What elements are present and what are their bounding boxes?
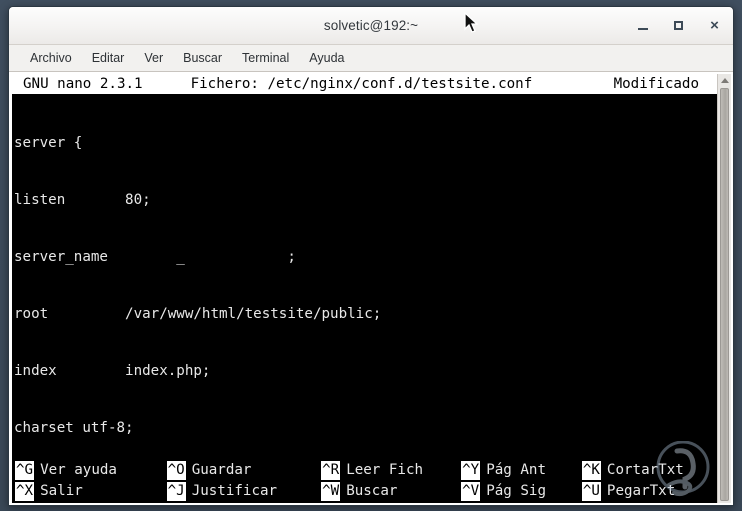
shortcut-pag-ant[interactable]: ^Y Pág Ant bbox=[461, 461, 582, 480]
nano-shortcut-bar: ^G Ver ayuda ^O Guardar ^R Leer Fich ^Y … bbox=[12, 460, 717, 503]
code-line: charset utf-8; bbox=[14, 420, 134, 436]
shortcut-row-1: ^G Ver ayuda ^O Guardar ^R Leer Fich ^Y … bbox=[12, 460, 717, 481]
nano-filename: Fichero: /etc/nginx/conf.d/testsite.conf bbox=[190, 76, 533, 92]
nano-title-bar: GNU nano 2.3.1 Fichero: /etc/nginx/conf.… bbox=[12, 74, 717, 94]
shortcut-key: ^X bbox=[15, 482, 35, 501]
nano-version: GNU nano 2.3.1 bbox=[23, 76, 143, 92]
shortcut-label: Guardar bbox=[191, 462, 252, 478]
shortcut-label: Ver ayuda bbox=[40, 462, 117, 478]
minimize-button[interactable] bbox=[634, 17, 651, 34]
shortcut-label: Salir bbox=[40, 483, 83, 499]
shortcut-justificar[interactable]: ^J Justificar bbox=[166, 482, 322, 501]
shortcut-salir[interactable]: ^X Salir bbox=[12, 482, 167, 501]
menu-bar: Archivo Editar Ver Buscar Terminal Ayuda bbox=[9, 45, 733, 72]
window-controls: × bbox=[634, 7, 723, 44]
menu-item-buscar[interactable]: Buscar bbox=[173, 48, 232, 68]
shortcut-label: Justificar bbox=[191, 483, 278, 499]
close-icon: × bbox=[710, 17, 719, 34]
shortcut-key: ^U bbox=[581, 482, 601, 501]
shortcut-cortar-txt[interactable]: ^K CortarTxt bbox=[581, 461, 717, 480]
minimize-icon bbox=[637, 28, 648, 30]
shortcut-buscar[interactable]: ^W Buscar bbox=[321, 482, 461, 501]
menu-item-ayuda[interactable]: Ayuda bbox=[299, 48, 354, 68]
menu-item-editar[interactable]: Editar bbox=[82, 48, 135, 68]
shortcut-label: Buscar bbox=[346, 483, 398, 499]
shortcut-ver-ayuda[interactable]: ^G Ver ayuda bbox=[12, 461, 167, 480]
shortcut-label: Leer Fich bbox=[346, 462, 424, 478]
terminal-screen[interactable]: GNU nano 2.3.1 Fichero: /etc/nginx/conf.… bbox=[12, 74, 717, 503]
code-line: index index.php; bbox=[14, 363, 211, 379]
scrollbar-up-arrow-icon[interactable] bbox=[718, 74, 731, 87]
code-line: listen 80; bbox=[14, 192, 151, 208]
shortcut-leer-fich[interactable]: ^R Leer Fich bbox=[321, 461, 461, 480]
shortcut-pag-sig[interactable]: ^V Pág Sig bbox=[461, 482, 582, 501]
shortcut-label: PegarTxt bbox=[606, 483, 676, 499]
nano-modified-flag: Modificado bbox=[613, 76, 699, 92]
shortcut-key: ^K bbox=[581, 461, 601, 480]
shortcut-key: ^R bbox=[321, 461, 341, 480]
menu-item-ver[interactable]: Ver bbox=[134, 48, 173, 68]
code-line: server_name _ ; bbox=[14, 249, 296, 265]
shortcut-label: Pág Ant bbox=[486, 462, 546, 478]
shortcut-row-2: ^X Salir ^J Justificar ^W Buscar ^V Pág … bbox=[12, 481, 717, 502]
shortcut-guardar[interactable]: ^O Guardar bbox=[166, 461, 322, 480]
shortcut-key: ^V bbox=[461, 482, 481, 501]
code-line: server { bbox=[14, 135, 83, 151]
terminal-area: GNU nano 2.3.1 Fichero: /etc/nginx/conf.… bbox=[9, 72, 733, 505]
menu-item-archivo[interactable]: Archivo bbox=[20, 48, 82, 68]
shortcut-key: ^O bbox=[166, 461, 186, 480]
terminal-window: solvetic@192:~ × Archivo Editar Ver Busc… bbox=[8, 6, 734, 506]
close-button[interactable]: × bbox=[706, 17, 723, 34]
shortcut-key: ^Y bbox=[461, 461, 481, 480]
maximize-icon bbox=[674, 21, 683, 30]
shortcut-label: Pág Sig bbox=[486, 483, 546, 499]
scrollbar-thumb[interactable] bbox=[720, 88, 729, 501]
terminal-scrollbar[interactable] bbox=[717, 74, 731, 503]
shortcut-label: CortarTxt bbox=[606, 462, 684, 478]
nano-editor-text[interactable]: server { listen 80; server_name _ ; root… bbox=[12, 94, 717, 503]
shortcut-pegar-txt[interactable]: ^U PegarTxt bbox=[581, 482, 717, 501]
shortcut-key: ^J bbox=[166, 482, 186, 501]
window-title: solvetic@192:~ bbox=[323, 18, 419, 33]
shortcut-key: ^W bbox=[321, 482, 341, 501]
code-line: root /var/www/html/testsite/public; bbox=[14, 306, 382, 322]
maximize-button[interactable] bbox=[670, 17, 687, 34]
menu-item-terminal[interactable]: Terminal bbox=[232, 48, 299, 68]
window-titlebar[interactable]: solvetic@192:~ × bbox=[9, 7, 733, 45]
shortcut-key: ^G bbox=[15, 461, 35, 480]
